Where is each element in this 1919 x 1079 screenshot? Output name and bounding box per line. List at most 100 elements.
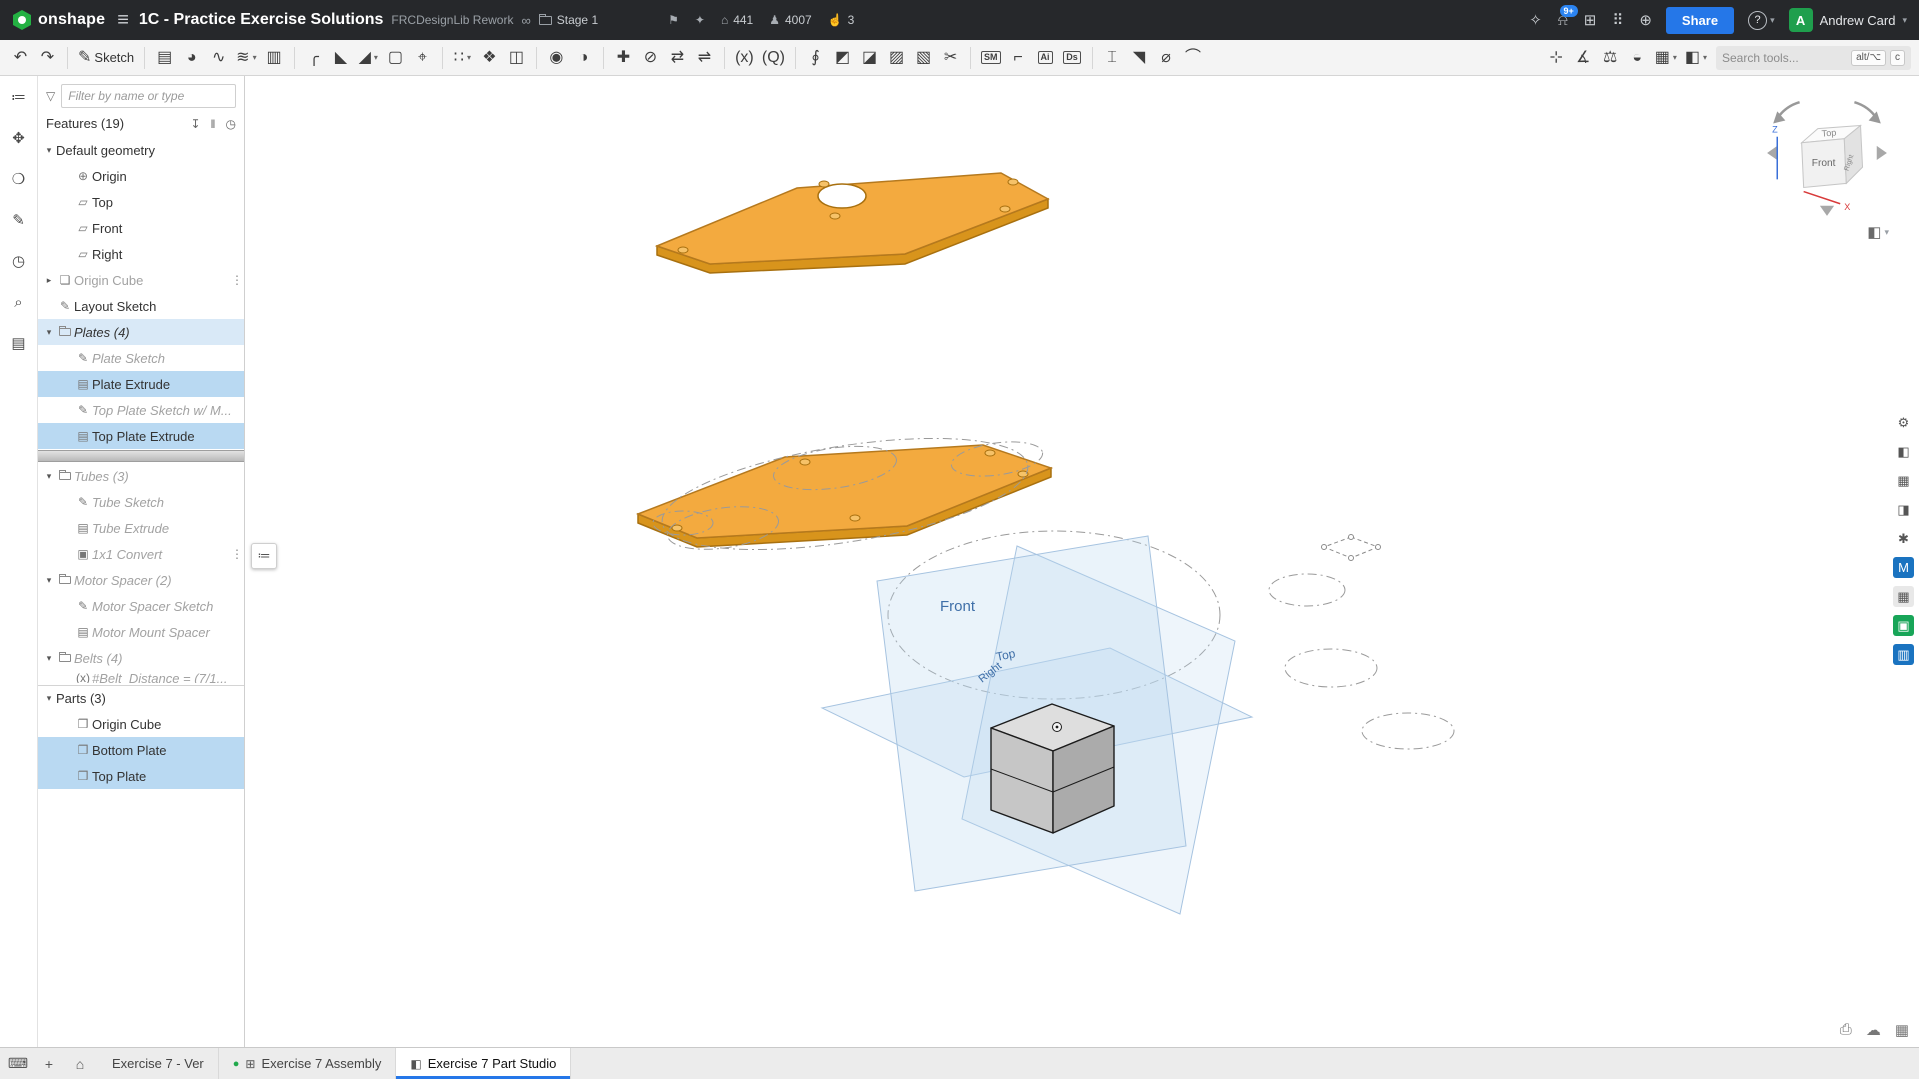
feature-top-plane[interactable]: ▱ Top — [38, 189, 244, 215]
toolbox-app-icon[interactable]: ▣ — [1893, 615, 1914, 636]
feature-origin-cube[interactable]: ▸ ❏ Origin Cube ⋮ — [38, 267, 244, 293]
part-origin-cube[interactable]: ❒ Origin Cube — [38, 711, 244, 737]
mirror-icon[interactable]: ◫ — [504, 43, 529, 73]
parts-caret-icon[interactable]: ▾ — [42, 693, 56, 704]
scene-3d[interactable]: Front Top Right — [245, 76, 1919, 1047]
add-tab-button[interactable]: + — [35, 1051, 63, 1077]
feature-default-geometry[interactable]: ▾ Default geometry — [38, 137, 244, 163]
feature-top-plate-extrude[interactable]: ▤ Top Plate Extrude — [38, 423, 244, 449]
community-icon[interactable]: ⊕ — [1639, 11, 1652, 29]
filter-icon[interactable]: ▽ — [46, 89, 55, 103]
draft-icon[interactable]: ◢ ▾ — [356, 43, 381, 73]
expand-caret-icon[interactable]: ▸ — [42, 275, 56, 286]
view-cube-faces[interactable]: Front Top Right — [1802, 126, 1863, 188]
help-button[interactable]: ? ▾ — [1748, 11, 1775, 30]
redo-icon[interactable]: ↷ — [35, 43, 60, 73]
tab-exercise7-assembly[interactable]: ● ⊞ Exercise 7 Assembly — [219, 1048, 397, 1079]
view-options-button[interactable]: ◧ ▾ — [1867, 223, 1889, 241]
ai-assistant-icon[interactable]: Ai — [1033, 43, 1058, 73]
gusset-icon[interactable]: ◥ — [1127, 43, 1152, 73]
circular-pattern-icon[interactable]: ❖ — [477, 43, 502, 73]
toolbar-separator[interactable] — [795, 47, 796, 69]
configuration-icon[interactable]: (Q) — [759, 43, 788, 73]
notifications-bell-icon[interactable]: ⍾ 9+ — [1558, 12, 1568, 29]
feature-menu-icon[interactable]: ⋮ — [230, 547, 244, 561]
linear-pattern-icon[interactable]: ∷ ▾ — [450, 43, 475, 73]
shell-icon[interactable]: ▢ — [383, 43, 408, 73]
view-cube[interactable]: Front Top Right Z X — [1761, 90, 1893, 222]
search-tools-input[interactable]: Search tools... alt/⌥ c — [1716, 46, 1911, 70]
folder-motor-spacer[interactable]: ▾ Motor Spacer (2) — [38, 567, 244, 593]
sketch-button[interactable]: ✎ Sketch — [75, 43, 137, 73]
mate-connector-icon[interactable]: ⊹ — [1544, 43, 1569, 73]
flange-icon[interactable]: ⌐ — [1006, 43, 1031, 73]
feature-layout-sketch[interactable]: ✎ Layout Sketch — [38, 293, 244, 319]
toolbar-separator[interactable] — [536, 47, 537, 69]
configurations-panel-icon[interactable]: ⚙ — [1893, 412, 1914, 433]
pan-right-arrow-icon[interactable] — [1877, 146, 1887, 160]
named-views-panel-icon[interactable]: ▦ — [1893, 470, 1914, 491]
folder-plates[interactable]: ▾ Plates (4) — [38, 319, 244, 345]
expand-caret-icon[interactable]: ▾ — [42, 471, 56, 482]
feature-top-plate-sketch[interactable]: ✎ Top Plate Sketch w/ M... — [38, 397, 244, 423]
measure-icon[interactable]: ∡ — [1571, 43, 1596, 73]
transform-icon[interactable]: ✚ — [611, 43, 636, 73]
toolbar-separator[interactable] — [294, 47, 295, 69]
search-panel-icon[interactable]: ⌕ — [6, 289, 32, 315]
revolve-icon[interactable]: ◕ — [179, 43, 204, 73]
expand-caret-icon[interactable]: ▾ — [42, 145, 56, 156]
feature-plate-extrude[interactable]: ▤ Plate Extrude — [38, 371, 244, 397]
folder-belts[interactable]: ▾ Belts (4) — [38, 645, 244, 671]
feature-tube-extrude[interactable]: ▤ Tube Extrude — [38, 515, 244, 541]
expand-caret-icon[interactable]: ▾ — [42, 653, 56, 664]
feature-motor-spacer-sketch[interactable]: ✎ Motor Spacer Sketch — [38, 593, 244, 619]
rollback-bar[interactable] — [38, 450, 244, 462]
feature-flyout-button[interactable]: ≔ — [251, 543, 277, 569]
mutual-trim-icon[interactable]: ✂ — [938, 43, 963, 73]
move-face-icon[interactable]: ⇄ — [665, 43, 690, 73]
dropdown-caret-icon[interactable]: ▾ — [467, 53, 471, 62]
section-view-icon[interactable]: ◒ — [1625, 43, 1650, 73]
sheet-metal-icon[interactable]: SM — [978, 43, 1004, 73]
butterfly-app-icon[interactable]: ✱ — [1893, 528, 1914, 549]
ruled-surface-icon[interactable]: ◪ — [857, 43, 882, 73]
toolbar-separator[interactable] — [442, 47, 443, 69]
toolbar-separator[interactable] — [970, 47, 971, 69]
learning-center-icon[interactable]: ✦ — [695, 13, 705, 27]
feature-history-icon[interactable]: ◷ — [226, 117, 236, 131]
versions-icon[interactable]: ◷ — [6, 248, 32, 274]
link-icon[interactable]: ∞ — [521, 13, 530, 28]
reference-manager-icon[interactable]: ⊞ — [1584, 11, 1597, 29]
color-app-icon[interactable]: ▦ — [1893, 586, 1914, 607]
classroom-flag-icon[interactable]: ⚑ — [668, 13, 679, 27]
markup-icon[interactable]: ✎ — [6, 207, 32, 233]
pan-left-arrow-icon[interactable] — [1767, 146, 1777, 160]
tab-manager-button[interactable]: ⌂ — [66, 1051, 94, 1077]
tab-exercise7-partstudio[interactable]: ◧ Exercise 7 Part Studio — [396, 1048, 571, 1079]
appearance-panel-icon[interactable]: ◧ — [1893, 441, 1914, 462]
sweep-icon[interactable]: ∿ — [206, 43, 231, 73]
filter-input[interactable] — [61, 84, 236, 108]
move-tool-icon[interactable]: ✥ — [6, 125, 32, 151]
print-icon[interactable]: ⎙ — [1840, 1021, 1852, 1039]
mate-connector-preview[interactable] — [1322, 535, 1381, 561]
chamfer-icon[interactable]: ◣ — [329, 43, 354, 73]
share-button[interactable]: Share — [1666, 7, 1734, 34]
bottom-plate-part[interactable] — [638, 445, 1051, 547]
parts-section-header[interactable]: ▾ Parts (3) — [38, 685, 244, 711]
main-menu-icon[interactable]: ≡ — [117, 9, 129, 32]
feature-tube-sketch[interactable]: ✎ Tube Sketch — [38, 489, 244, 515]
part-bottom-plate[interactable]: ❒ Bottom Plate — [38, 737, 244, 763]
frame-icon[interactable]: ⌶ — [1100, 43, 1125, 73]
feature-right-plane[interactable]: ▱ Right — [38, 241, 244, 267]
toolbar-separator[interactable] — [67, 47, 68, 69]
top-plate-part[interactable] — [657, 173, 1048, 273]
panel-layout-icon[interactable]: ▦ — [1895, 1021, 1909, 1039]
feature-1x1-convert[interactable]: ▣ 1x1 Convert ⋮ — [38, 541, 244, 567]
keyboard-shortcuts-icon[interactable]: ⌨ — [4, 1051, 32, 1077]
rollback-end-icon[interactable]: ↧ — [190, 117, 200, 131]
surface-extrude-icon[interactable]: ◩ — [830, 43, 855, 73]
loft-icon[interactable]: ≋ ▾ — [233, 43, 259, 73]
materials-app-icon[interactable]: M — [1893, 557, 1914, 578]
fillet-icon[interactable]: ╭ — [302, 43, 327, 73]
